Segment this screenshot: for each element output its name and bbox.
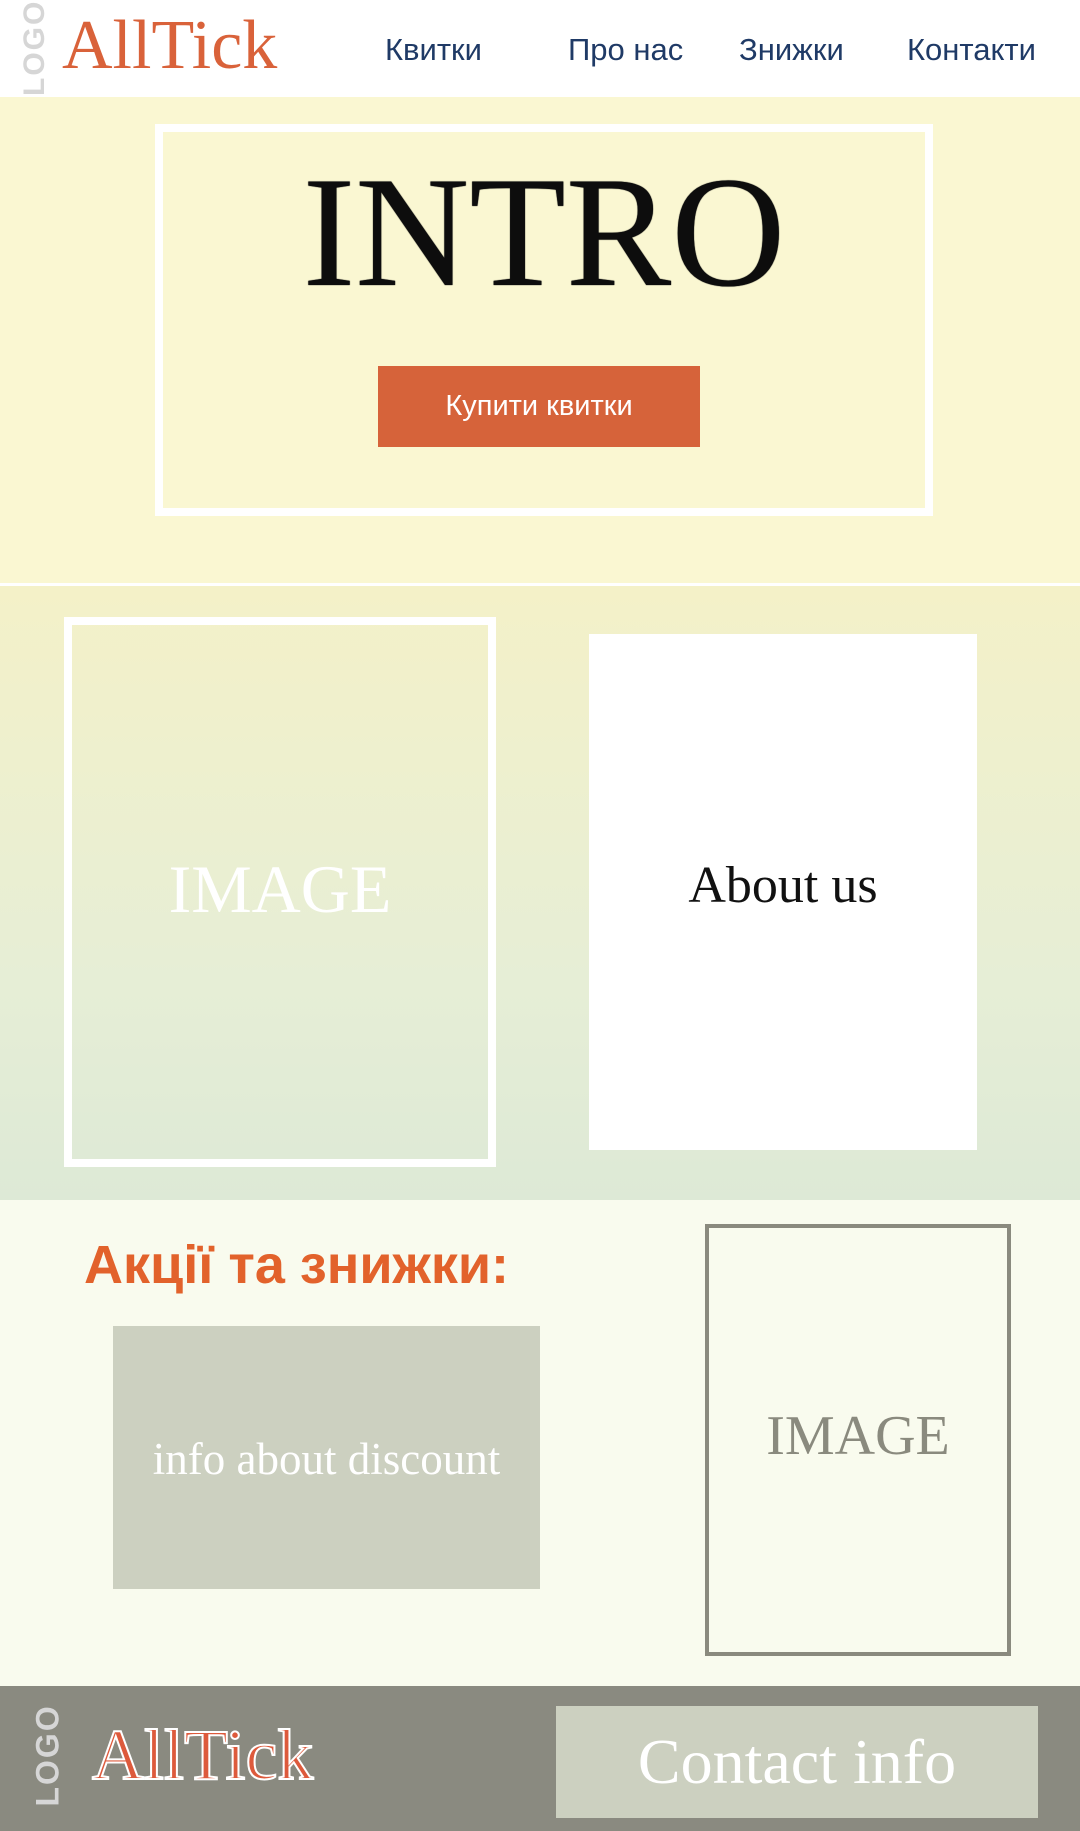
footer-logo-mark: LOGO (29, 1704, 66, 1807)
header-logo-mark: LOGO (18, 0, 51, 96)
discounts-title: Акції та знижки: (84, 1235, 510, 1295)
nav-item-discounts[interactable]: Знижки (739, 32, 844, 68)
discount-image-label: IMAGE (766, 1405, 950, 1467)
footer-brand-logo[interactable]: AllTick (91, 1714, 314, 1797)
nav-item-tickets[interactable]: Квитки (385, 32, 482, 68)
discount-info-label: info about discount (152, 1434, 501, 1484)
header-brand-logo[interactable]: AllTick (62, 6, 277, 86)
intro-title: INTRO (302, 145, 786, 320)
about-image-label: IMAGE (168, 851, 392, 927)
nav-item-contacts[interactable]: Контакти (907, 32, 1036, 68)
buy-tickets-button[interactable]: Купити квитки (378, 366, 700, 447)
contact-info-button[interactable]: Contact info (556, 1706, 1038, 1818)
nav-item-about[interactable]: Про нас (568, 32, 683, 68)
about-us-label: About us (688, 857, 878, 914)
site-header: LOGO AllTick Квитки Про нас Знижки Конта… (0, 0, 1080, 97)
